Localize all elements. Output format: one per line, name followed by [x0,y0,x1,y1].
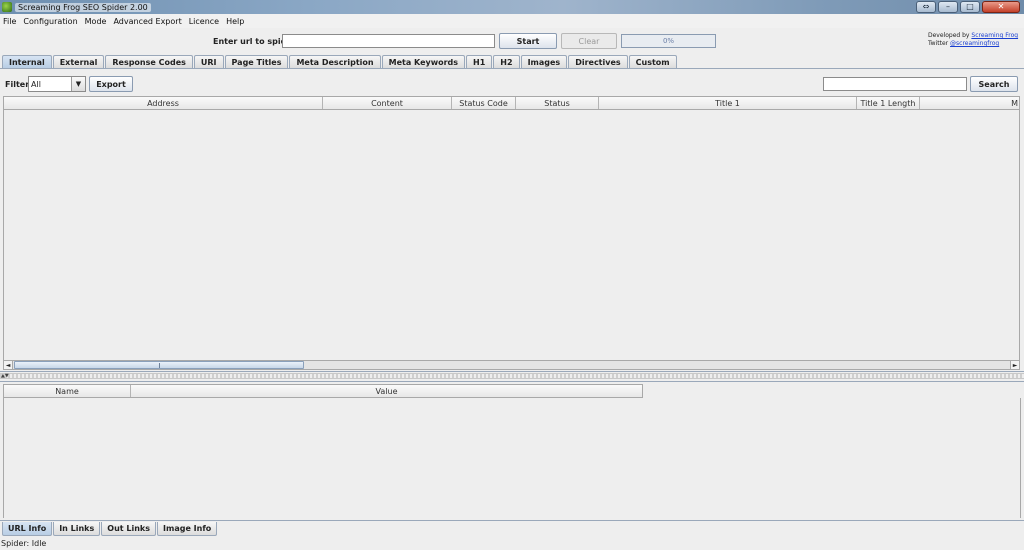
tab-in-links[interactable]: In Links [53,522,101,536]
detail-table-header: Name Value [3,384,643,398]
tab-external[interactable]: External [52,55,105,68]
developer-credit: Developed by Screaming Frog Twitter @scr… [928,32,1022,48]
chevron-down-icon[interactable]: ▼ [71,77,85,91]
detail-panel: Name Value [0,381,1024,521]
menu-bar: File Configuration Mode Advanced Export … [0,14,1024,28]
column-header-title-1[interactable]: Title 1 [599,97,857,109]
split-arrows-icon[interactable]: ▲▼ [1,373,9,379]
column-header-status-code[interactable]: Status Code [452,97,516,109]
column-header-title-1-length[interactable]: Title 1 Length [857,97,920,109]
column-header-meta[interactable]: M [920,97,1019,109]
menu-mode[interactable]: Mode [85,17,107,26]
status-text: Spider: Idle [1,539,47,548]
detail-table-body[interactable] [3,398,1021,518]
tab-h2[interactable]: H2 [493,55,520,68]
search-button[interactable]: Search [970,76,1018,92]
column-header-status[interactable]: Status [516,97,599,109]
url-bar: Enter url to spider: Start Clear 0% Deve… [0,28,1024,54]
url-input[interactable] [282,34,495,48]
progress-bar: 0% [621,34,716,48]
results-table-header: Address Content Status Code Status Title… [3,96,1020,110]
column-header-name[interactable]: Name [4,385,131,397]
window-title: Screaming Frog SEO Spider 2.00 [15,2,151,12]
menu-licence[interactable]: Licence [189,17,219,26]
maximize-button[interactable]: □ [960,1,980,13]
window-controls: ⇔ – □ ✕ [916,1,1020,13]
main-tabs: Internal External Response Codes URI Pag… [2,55,678,68]
tab-internal[interactable]: Internal [2,55,52,68]
scroll-right-icon[interactable]: ► [1010,361,1019,369]
horizontal-scrollbar[interactable]: ◄ ► [3,360,1020,370]
detail-tabs: URL Info In Links Out Links Image Info [2,522,218,536]
tab-image-info[interactable]: Image Info [157,522,218,536]
menu-configuration[interactable]: Configuration [23,17,77,26]
filter-dropdown[interactable]: All ▼ [28,76,86,92]
tab-uri[interactable]: URI [193,55,224,68]
main-panel: Filter: All ▼ Export Search Address Cont… [0,68,1024,372]
close-button[interactable]: ✕ [982,1,1020,13]
tab-h1[interactable]: H1 [466,55,493,68]
scrollbar-grip [159,363,160,368]
window-titlebar[interactable]: Screaming Frog SEO Spider 2.00 ⇔ – □ ✕ [0,0,1024,14]
tab-page-titles[interactable]: Page Titles [224,55,289,68]
start-button[interactable]: Start [499,33,557,49]
results-table-body[interactable] [3,110,1020,360]
twitter-link[interactable]: @screamingfrog [950,40,999,47]
tab-meta-keywords[interactable]: Meta Keywords [381,55,466,68]
tab-response-codes[interactable]: Response Codes [105,55,193,68]
tab-out-links[interactable]: Out Links [101,522,156,536]
filter-value: All [31,79,41,89]
tab-images[interactable]: Images [520,55,568,68]
tab-custom[interactable]: Custom [628,55,677,68]
scrollbar-thumb[interactable] [14,361,304,369]
developed-by-label: Developed by [928,32,970,39]
switch-windows-button[interactable]: ⇔ [916,1,936,13]
frog-icon [2,2,12,12]
search-input[interactable] [823,77,967,91]
tab-directives[interactable]: Directives [568,55,628,68]
tab-meta-description[interactable]: Meta Description [289,55,381,68]
menu-help[interactable]: Help [226,17,244,26]
tab-url-info[interactable]: URL Info [2,522,53,536]
minimize-button[interactable]: – [938,1,958,13]
export-button[interactable]: Export [89,76,133,92]
panel-splitter[interactable]: ▲▼ [0,373,1024,379]
twitter-label: Twitter [928,40,949,47]
developer-link[interactable]: Screaming Frog [971,32,1018,39]
menu-file[interactable]: File [3,17,16,26]
clear-button[interactable]: Clear [561,33,617,49]
scroll-left-icon[interactable]: ◄ [4,361,13,369]
menu-advanced-export[interactable]: Advanced Export [113,17,181,26]
column-header-value[interactable]: Value [131,385,642,397]
column-header-address[interactable]: Address [4,97,323,109]
column-header-content[interactable]: Content [323,97,452,109]
